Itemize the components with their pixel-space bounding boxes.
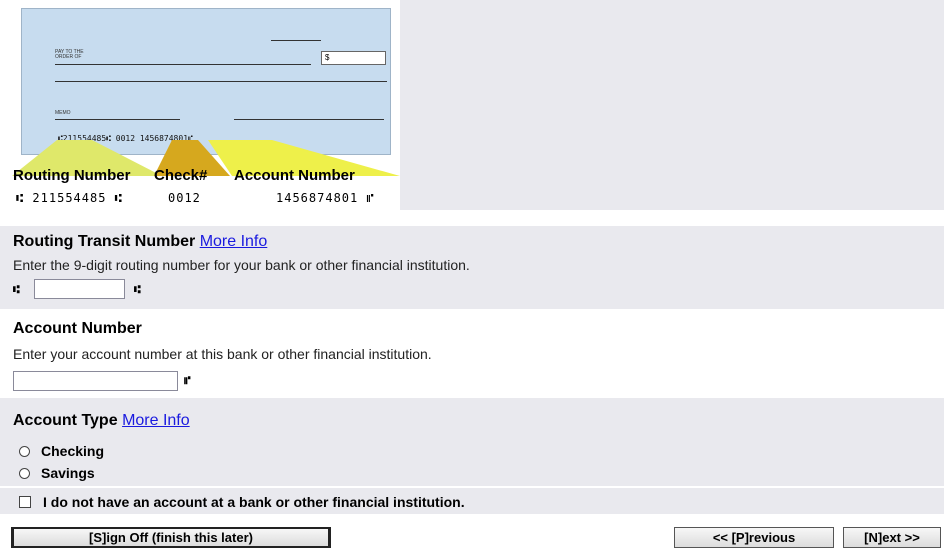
routing-number-label: Routing Number — [13, 167, 131, 184]
account-number-title: Account Number — [13, 320, 142, 337]
routing-section: Routing Transit Number More Info Enter t… — [0, 226, 944, 309]
routing-symbol-left: ⑆ — [13, 283, 20, 296]
date-line — [271, 40, 321, 41]
routing-title-row: Routing Transit Number More Info — [13, 233, 267, 251]
sign-off-button[interactable]: [S]ign Off (finish this later) — [11, 527, 331, 548]
memo-line — [55, 119, 180, 120]
check-illustration: PAY TO THE ORDER OF $ MEMO ⑆211554485⑆ 0… — [12, 3, 400, 208]
pay-to-label: PAY TO THE ORDER OF — [55, 49, 84, 60]
previous-button[interactable]: << [P]revious — [674, 527, 834, 548]
account-number-section: Account Number Enter your account number… — [0, 313, 944, 397]
account-number-description: Enter your account number at this bank o… — [13, 346, 432, 362]
account-symbol: ⑈ — [184, 374, 191, 387]
micr-routing: ⑆ 211554485 ⑆ — [16, 191, 123, 205]
checking-label: Checking — [41, 443, 105, 459]
no-account-checkbox[interactable] — [19, 496, 31, 508]
routing-number-input[interactable] — [34, 279, 125, 299]
no-account-label: I do not have an account at a bank or ot… — [43, 494, 465, 510]
account-type-title: Account Type — [13, 412, 118, 429]
header-background — [400, 0, 944, 210]
account-type-title-row: Account Type More Info — [13, 412, 190, 430]
micr-account: 1456874801 ⑈ — [276, 191, 375, 205]
micr-check-number: 0012 — [168, 191, 201, 205]
account-type-more-info-link[interactable]: More Info — [122, 412, 190, 429]
routing-symbol-right: ⑆ — [134, 283, 141, 296]
check-number-label: Check# — [154, 167, 208, 184]
amount-words-line — [55, 81, 387, 82]
routing-description: Enter the 9-digit routing number for you… — [13, 257, 470, 273]
memo-label: MEMO — [55, 110, 71, 116]
routing-title: Routing Transit Number — [13, 233, 196, 250]
next-button[interactable]: [N]ext >> — [843, 527, 941, 548]
no-account-option[interactable]: I do not have an account at a bank or ot… — [19, 494, 465, 510]
no-account-row: I do not have an account at a bank or ot… — [0, 488, 944, 514]
amount-box: $ — [321, 51, 386, 65]
checking-radio[interactable] — [19, 445, 30, 457]
payee-line — [55, 64, 311, 65]
checking-option[interactable]: Checking — [19, 443, 104, 459]
account-number-input[interactable] — [13, 371, 178, 391]
account-number-label: Account Number — [234, 167, 355, 184]
routing-more-info-link[interactable]: More Info — [200, 233, 268, 250]
savings-radio[interactable] — [19, 467, 30, 479]
savings-label: Savings — [41, 465, 95, 481]
savings-option[interactable]: Savings — [19, 465, 95, 481]
account-type-section: Account Type More Info Checking Savings — [0, 398, 944, 486]
signature-line — [234, 119, 384, 120]
